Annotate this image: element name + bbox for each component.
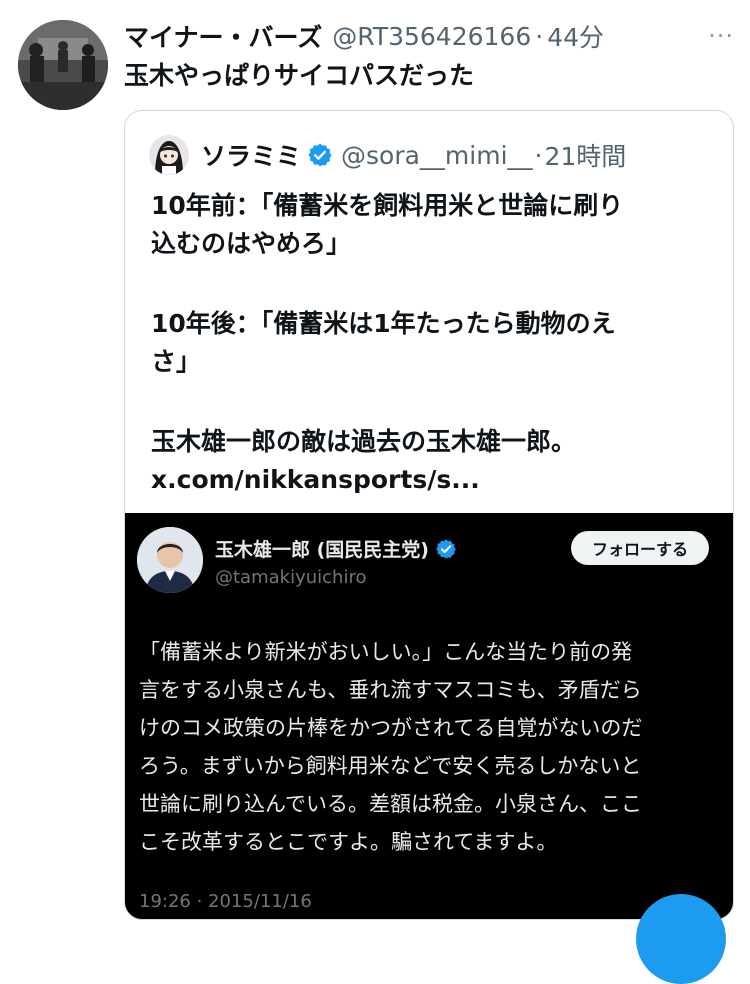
quoted-display-name[interactable]: ソラミミ [201, 137, 301, 173]
user-avatar[interactable] [18, 20, 108, 110]
embedded-text-line: けのコメ政策の片棒をかつがされてる自覚がないのだ [139, 716, 643, 740]
embedded-text-line: 世論に刷り込んでいる。差額は税金。小泉さん、ここ [139, 792, 642, 816]
tweet-time[interactable]: 44分 [547, 18, 604, 54]
quoted-link[interactable]: x.com/nikkansports/s... [151, 461, 711, 499]
tweet-text: 玉木やっぱりサイコパスだった [124, 61, 475, 90]
tweet-header: マイナー・バーズ @RT356426166 · 44分 ··· [124, 18, 734, 54]
quoted-tweet-header: ソラミミ @sora__mimi__ · 21時間 [149, 135, 723, 175]
quoted-text-line: 10年後：「備蓄米は1年たったら動物のえ [151, 309, 616, 338]
quoted-user-avatar[interactable] [149, 135, 189, 175]
embedded-display-name: 玉木雄一郎 (国民民主党) [215, 535, 457, 562]
quoted-tweet-text: 10年前：「備蓄米を飼料用米と世論に刷り 込むのはやめろ」 10年後：「備蓄米は… [151, 187, 711, 499]
embedded-tweet-image[interactable]: 玉木雄一郎 (国民民主党) @tamakiyuichiro フォローする 「備蓄… [125, 513, 733, 919]
quoted-user-handle[interactable]: @sora__mimi__ [341, 141, 533, 170]
quoted-text-line: さ」 [151, 347, 202, 376]
user-handle[interactable]: @RT356426166 [332, 22, 531, 51]
embedded-text-line: 「備蓄米より新米がおいしい。」こんな当たり前の発 [139, 640, 633, 664]
quoted-text-line: 玉木雄一郎の敵は過去の玉木雄一郎。 [151, 427, 577, 456]
embedded-user-avatar [137, 527, 203, 593]
verified-badge-icon [435, 538, 457, 560]
compose-button[interactable] [636, 894, 726, 984]
follow-button[interactable]: フォローする [571, 531, 709, 565]
embedded-text-line: 言をする小泉さんも、垂れ流すマスコミも、矛盾だら [139, 678, 642, 702]
quoted-tweet-card[interactable]: ソラミミ @sora__mimi__ · 21時間 10年前：「備蓄米を飼料用米… [124, 110, 734, 920]
quoted-text-line: 10年前：「備蓄米を飼料用米と世論に刷り [151, 191, 624, 220]
quoted-tweet-time[interactable]: 21時間 [545, 137, 627, 173]
embedded-tweet-text: 「備蓄米より新米がおいしい。」こんな当たり前の発 言をする小泉さんも、垂れ流すマ… [139, 633, 729, 861]
separator-dot: · [534, 140, 543, 170]
embedded-name-text: 玉木雄一郎 (国民民主党) [215, 539, 429, 561]
embedded-text-line: ろう。まずいから飼料用米などで安く売るしかないと [139, 754, 642, 778]
embedded-user-handle: @tamakiyuichiro [215, 567, 367, 588]
separator-dot: · [535, 21, 544, 51]
embedded-tweet-date: 19:26 · 2015/11/16 [139, 891, 312, 912]
embedded-text-line: こそ改革するとこですよ。騙されてますよ。 [139, 830, 558, 854]
quoted-text-line: 込むのはやめろ」 [151, 229, 352, 258]
verified-badge-icon [307, 142, 333, 168]
more-options-icon[interactable]: ··· [708, 22, 734, 50]
display-name[interactable]: マイナー・バーズ [124, 18, 322, 54]
